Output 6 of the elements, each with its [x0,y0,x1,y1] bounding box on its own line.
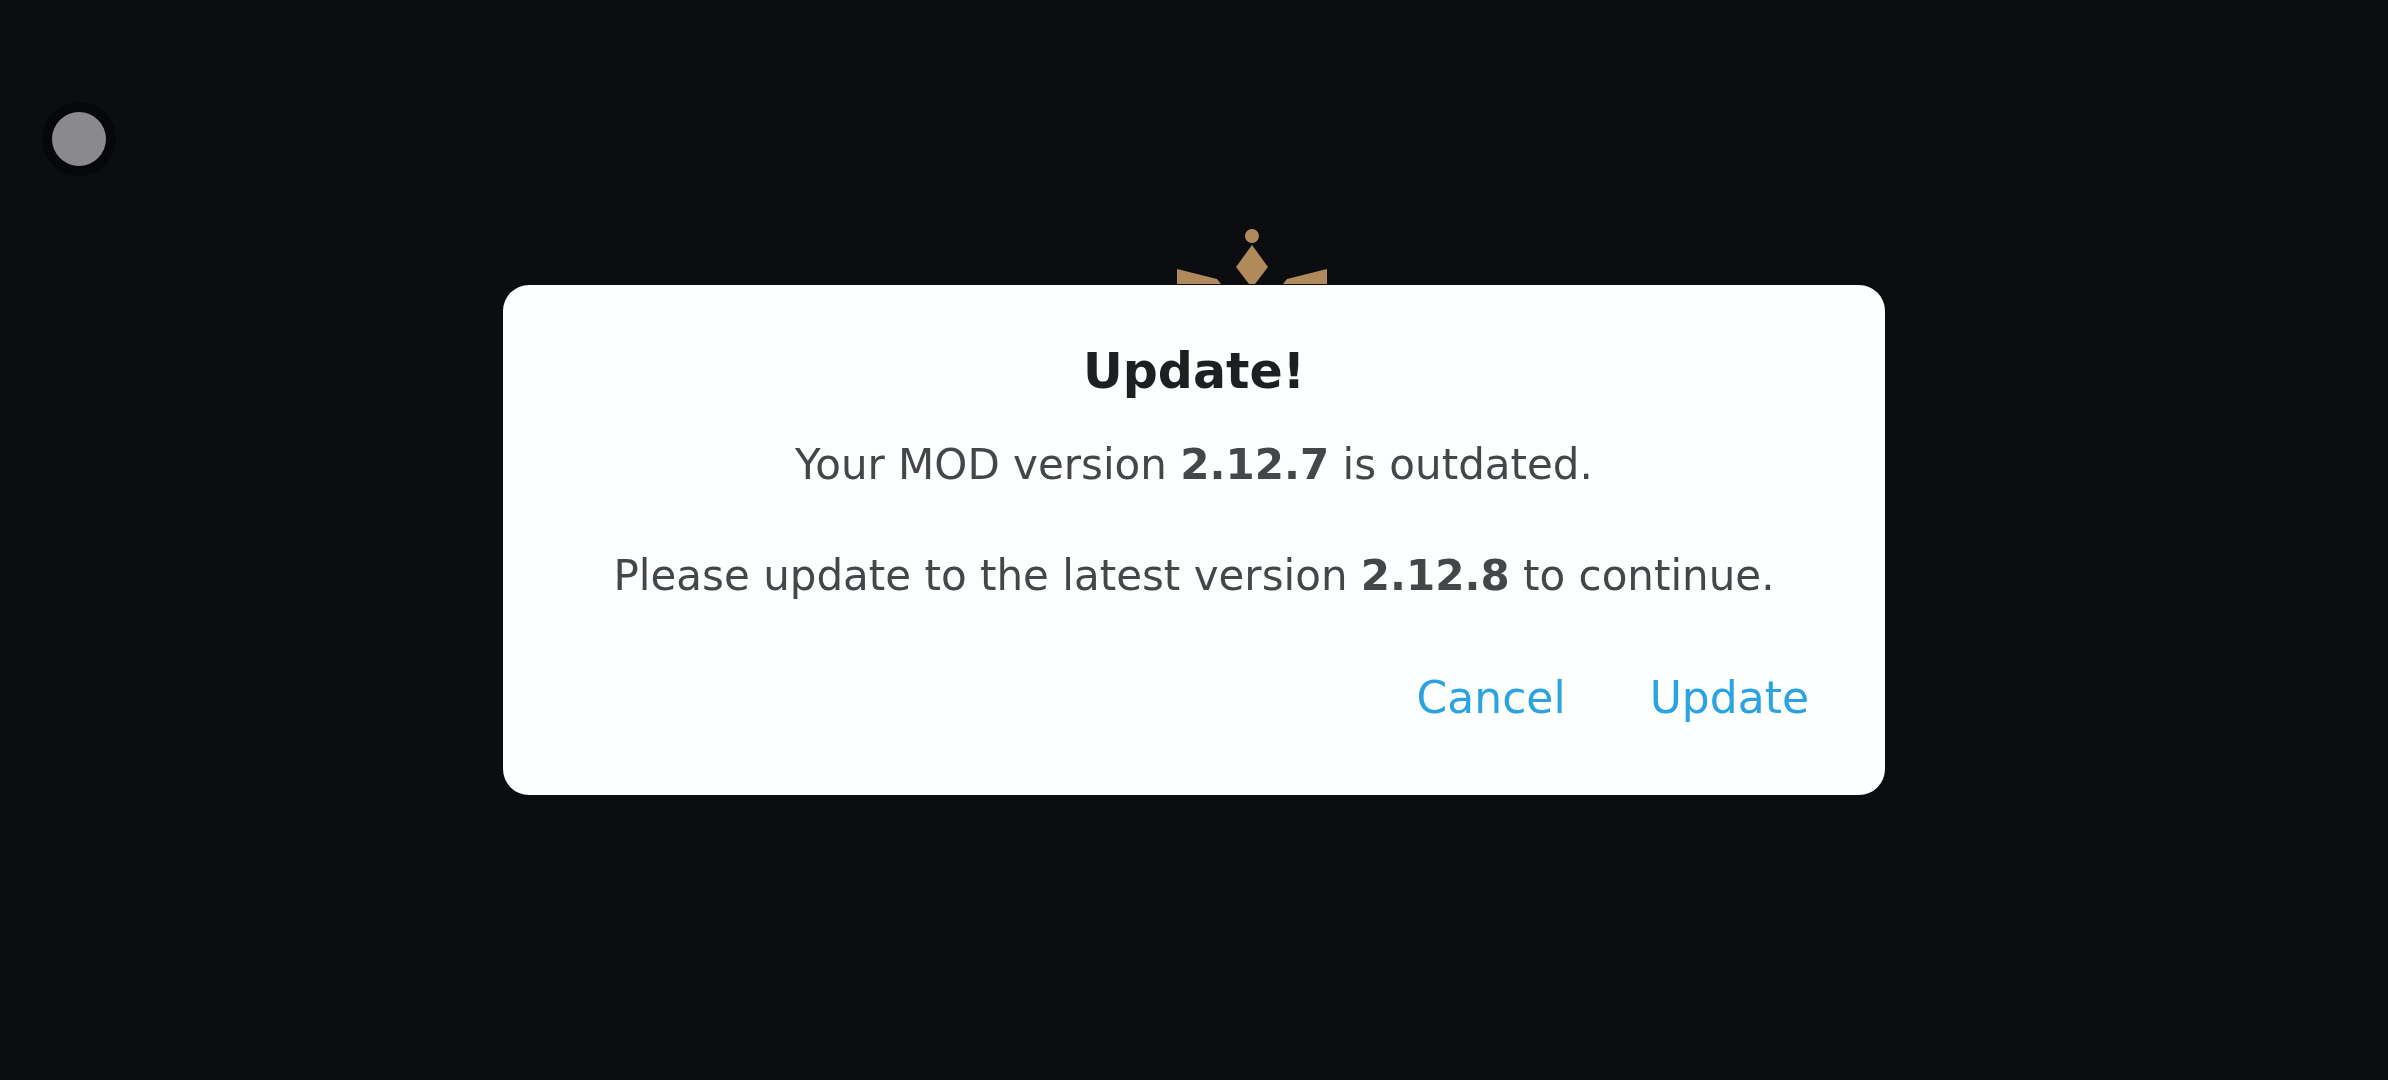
dialog-message: Your MOD version 2.12.7 is outdated. [795,440,1593,489]
dialog-button[interactable]: Update [1649,672,1809,723]
dialog-title: Update! [1083,343,1305,400]
crown-icon [1177,229,1327,284]
dialog-message: Please update to the latest version 2.12.8 to continue. [613,551,1775,600]
dialog-button[interactable]: Cancel [1416,672,1566,723]
